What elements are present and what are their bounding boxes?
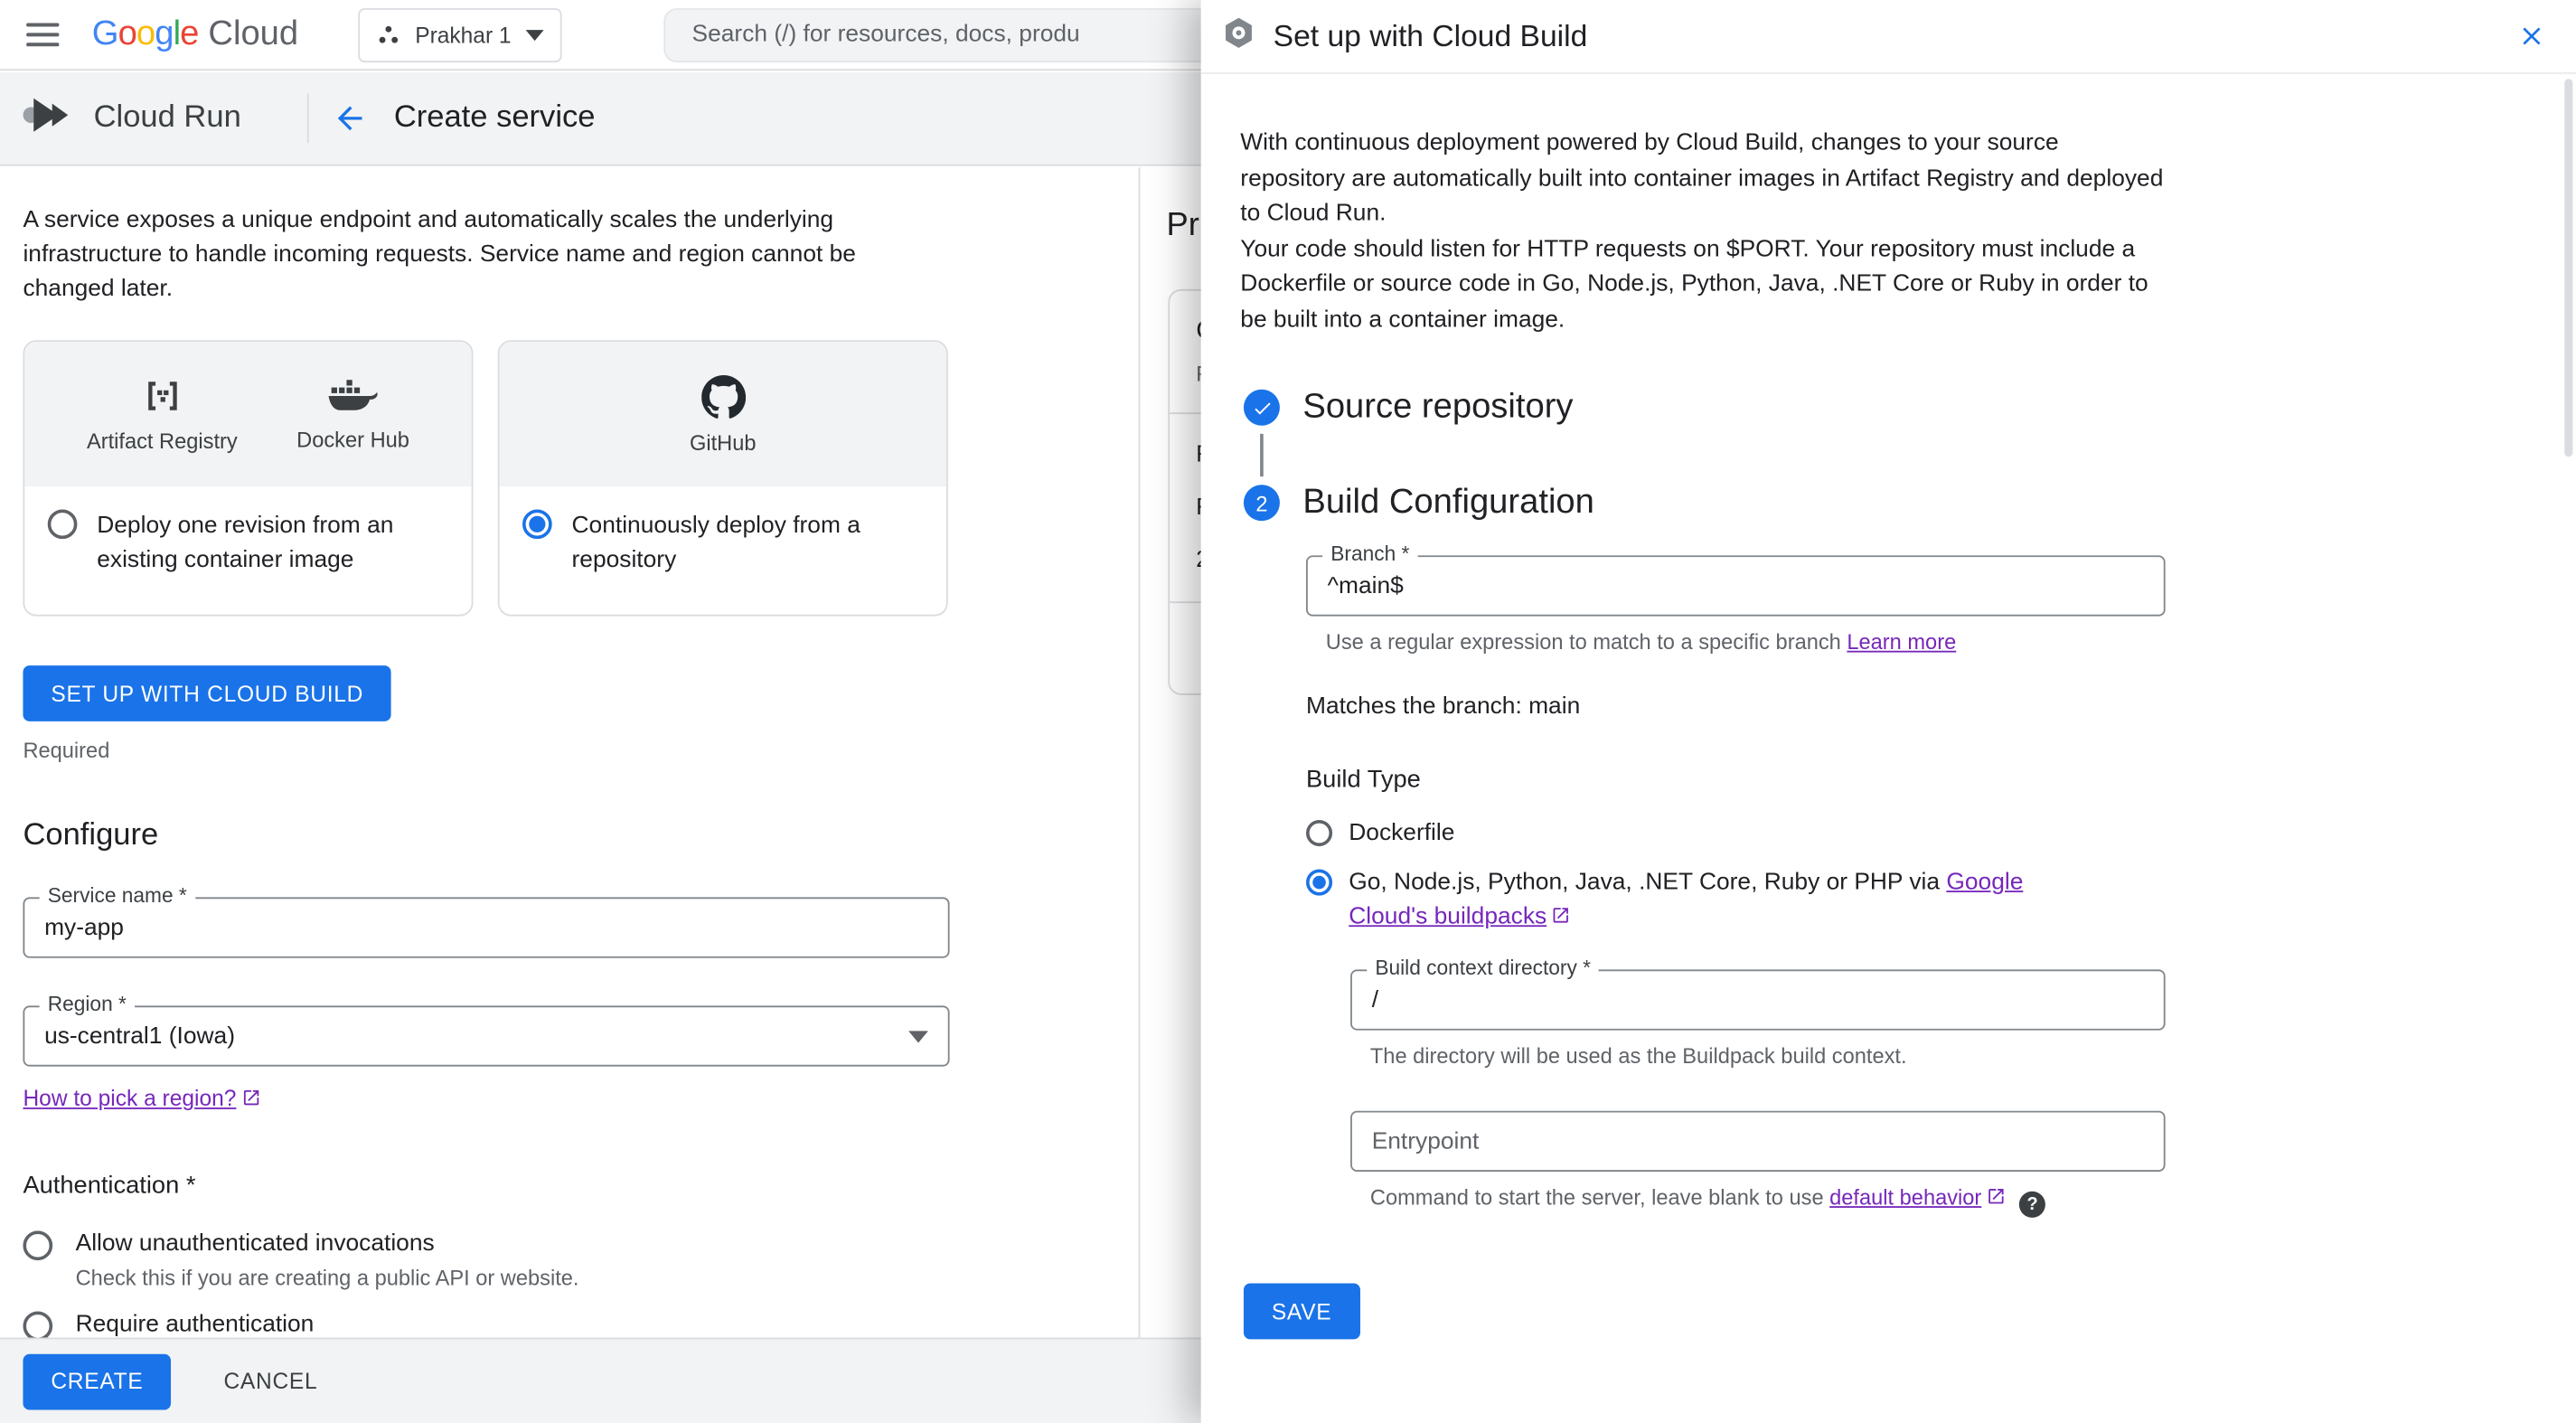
region-select[interactable]: Region * us-central1 (Iowa) — [23, 992, 950, 1067]
branch-match-text: Matches the branch: main — [1305, 693, 1581, 721]
create-button[interactable]: CREATE — [23, 1352, 172, 1409]
auth-option-desc: Check this if you are creating a public … — [75, 1265, 579, 1290]
radio-allow-unauthenticated[interactable] — [23, 1230, 53, 1261]
radio-continuous-deploy[interactable] — [522, 509, 552, 540]
divider — [306, 93, 309, 144]
radio-dockerfile[interactable] — [1305, 819, 1333, 847]
panel-title: Set up with Cloud Build — [1273, 17, 1588, 53]
radio-buildpacks[interactable] — [1305, 869, 1333, 896]
region-help-link[interactable]: How to pick a region? — [23, 1086, 236, 1110]
docker-hub-icon — [328, 380, 378, 410]
create-service-form: A service exposes a unique endpoint and … — [0, 167, 1139, 1338]
build-context-value: / — [1371, 986, 1379, 1013]
page-title: Create service — [393, 99, 596, 136]
step2-number: 2 — [1243, 485, 1280, 522]
stepper: Source repository 2 Build Configuration … — [1240, 388, 2536, 1218]
entrypoint-field[interactable]: Entrypoint — [1350, 1110, 2166, 1172]
search-placeholder: Search (/) for resources, docs, produ — [691, 21, 1080, 48]
github-option: GitHub — [690, 374, 757, 455]
artifact-registry-option: Artifact Registry — [86, 374, 238, 454]
step-build-configuration[interactable]: 2 Build Configuration — [1240, 483, 2536, 523]
step1-title: Source repository — [1302, 387, 1574, 426]
logo-cloud-text: Cloud — [208, 14, 299, 53]
authentication-heading: Authentication * — [23, 1171, 196, 1200]
card-container-image: Artifact Registry Docker Hub Deploy one … — [23, 340, 474, 617]
radio-deploy-existing-image[interactable] — [47, 509, 78, 540]
buildpacks-label-text: Go, Node.js, Python, Java, .NET Core, Ru… — [1349, 869, 1947, 896]
branch-helper-text: Use a regular expression to match to a s… — [1325, 629, 1847, 655]
build-type-dockerfile: Dockerfile — [1305, 816, 2536, 851]
step-complete-icon — [1243, 389, 1280, 426]
step-connector — [1260, 433, 1264, 477]
build-type-buildpacks: Go, Node.js, Python, Java, .NET Core, Ru… — [1305, 866, 2536, 937]
github-icon — [700, 374, 746, 418]
chevron-down-icon — [908, 1030, 928, 1042]
menu-icon[interactable] — [26, 22, 60, 48]
step-source-repository[interactable]: Source repository — [1240, 388, 2536, 428]
project-name: Prakhar 1 — [415, 22, 512, 47]
entrypoint-placeholder: Entrypoint — [1371, 1127, 1480, 1154]
build-configuration-form: Branch * ^main$ Use a regular expression… — [1305, 542, 2536, 1218]
cancel-button[interactable]: CANCEL — [223, 1369, 317, 1393]
cloud-run-icon — [22, 93, 71, 144]
configure-heading: Configure — [23, 818, 159, 853]
logo-google-text: Google — [91, 14, 200, 53]
radio-require-authentication[interactable] — [23, 1311, 53, 1338]
help-icon[interactable]: ? — [2019, 1191, 2046, 1218]
learn-more-link[interactable]: Learn more — [1847, 629, 1956, 654]
external-link-icon — [1987, 1186, 2007, 1211]
panel-scrollbar[interactable] — [2564, 79, 2573, 457]
github-label: GitHub — [689, 429, 757, 455]
default-behavior-link[interactable]: default behavior — [1829, 1184, 1981, 1209]
branch-value: ^main$ — [1327, 572, 1404, 599]
project-icon — [378, 24, 398, 42]
product-name: Cloud Run — [93, 99, 241, 136]
artifact-registry-label: Artifact Registry — [86, 429, 238, 454]
required-note: Required — [23, 738, 110, 763]
deployment-source-cards: Artifact Registry Docker Hub Deploy one … — [23, 340, 1138, 617]
panel-intro-1: With continuous deployment powered by Cl… — [1240, 129, 2164, 227]
service-name-field[interactable]: Service name * my-app — [23, 883, 950, 958]
build-context-field[interactable]: Build context directory * / — [1350, 956, 2166, 1031]
step2-title: Build Configuration — [1302, 483, 1594, 522]
back-arrow-icon[interactable] — [332, 100, 368, 137]
google-cloud-logo: Google Cloud — [92, 14, 298, 54]
external-link-icon — [241, 1088, 261, 1112]
save-button[interactable]: SAVE — [1243, 1283, 1360, 1340]
docker-hub-option: Docker Hub — [296, 376, 409, 452]
auth-option-label: Require authentication — [75, 1311, 315, 1338]
branch-field[interactable]: Branch * ^main$ — [1305, 542, 2166, 617]
radio-continuous-deploy-label: Continuously deploy from a repository — [571, 513, 860, 574]
build-type-label: Build Type — [1305, 766, 1421, 794]
chevron-down-icon — [525, 29, 544, 41]
close-icon[interactable] — [2517, 22, 2547, 52]
build-context-label: Build context directory * — [1367, 956, 1600, 980]
auth-option-require: Require authentication Manage authorized… — [23, 1310, 1138, 1338]
service-name-label: Service name * — [39, 883, 195, 908]
project-selector[interactable]: Prakhar 1 — [357, 7, 562, 62]
setup-cloud-build-button[interactable]: SET UP WITH CLOUD BUILD — [23, 665, 392, 721]
panel-header: Set up with Cloud Build — [1200, 0, 2576, 74]
branch-label: Branch * — [1322, 542, 1418, 566]
panel-intro-2: Your code should listen for HTTP request… — [1240, 235, 2148, 334]
build-context-helper: The directory will be used as the Buildp… — [1369, 1043, 1907, 1069]
docker-hub-label: Docker Hub — [296, 427, 409, 452]
radio-deploy-existing-image-label: Deploy one revision from an existing con… — [97, 513, 394, 574]
service-name-value: my-app — [44, 914, 124, 941]
gcp-console: Google Cloud Prakhar 1 Search (/) for re… — [0, 0, 2576, 1423]
cloud-build-icon — [1220, 14, 1256, 58]
region-value: us-central1 (Iowa) — [44, 1022, 236, 1050]
region-label: Region * — [39, 992, 135, 1016]
cloud-build-panel: Set up with Cloud Build With continuous … — [1200, 0, 2576, 1423]
card-repository: GitHub Continuously deploy from a reposi… — [497, 340, 948, 617]
dockerfile-label: Dockerfile — [1349, 819, 1455, 847]
service-intro-text: A service exposes a unique endpoint and … — [23, 207, 856, 303]
entrypoint-helper-text: Command to start the server, leave blank… — [1369, 1184, 1830, 1210]
artifact-registry-icon — [147, 382, 177, 410]
auth-option-label: Allow unauthenticated invocations — [75, 1230, 435, 1258]
external-link-icon — [1552, 902, 1572, 937]
auth-option-unauthenticated: Allow unauthenticated invocations Check … — [23, 1230, 1138, 1290]
